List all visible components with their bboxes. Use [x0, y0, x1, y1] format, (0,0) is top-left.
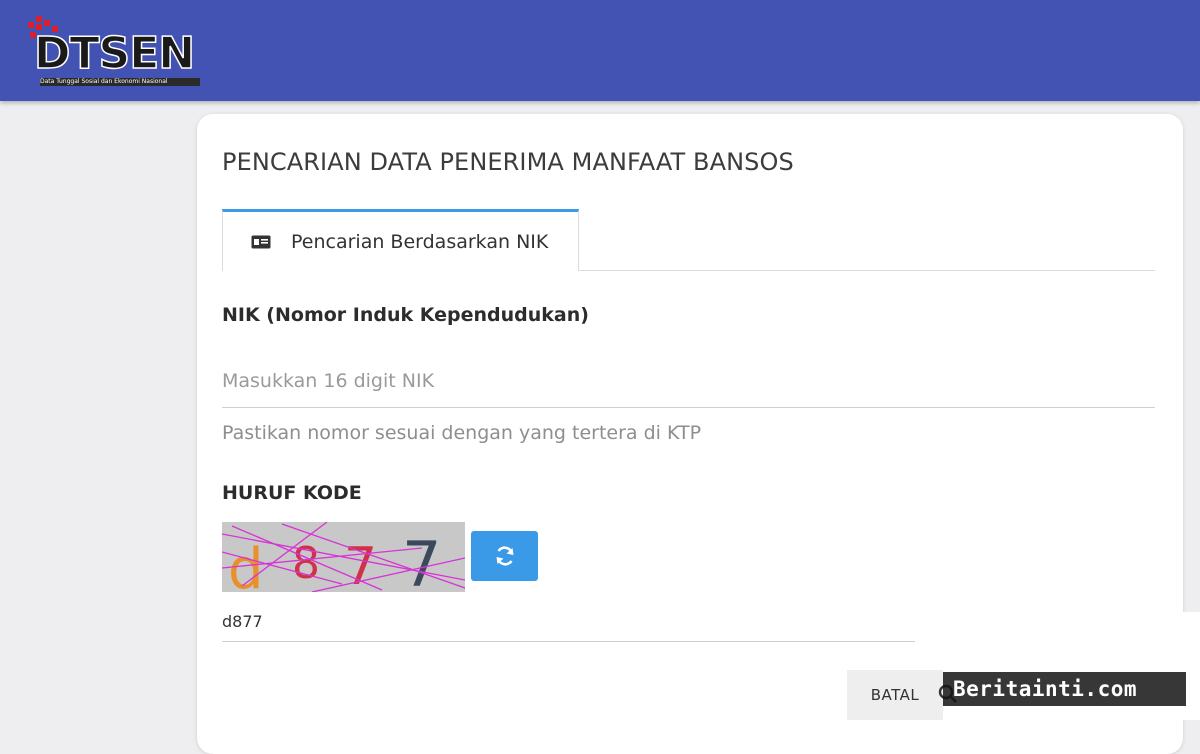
watermark: Beritainti.com: [943, 672, 1186, 706]
refresh-icon: [496, 546, 513, 566]
nik-hint: Pastikan nomor sesuai dengan yang terter…: [222, 422, 702, 444]
tab-label: Pencarian Berdasarkan NIK: [291, 230, 549, 253]
tab-search-by-nik[interactable]: Pencarian Berdasarkan NIK: [222, 209, 579, 271]
cancel-button[interactable]: BATAL: [847, 670, 943, 720]
logo-text: DTSEN: [33, 28, 196, 79]
dtsen-logo[interactable]: DTSEN Data Tunggal Sosial dan Ekonomi Na…: [26, 14, 206, 90]
page-title: PENCARIAN DATA PENERIMA MANFAAT BANSOS: [222, 148, 794, 176]
nik-label: NIK (Nomor Induk Kependudukan): [222, 304, 589, 326]
captcha-input[interactable]: [222, 602, 915, 642]
captcha-char: 7: [402, 528, 441, 592]
captcha-refresh-button[interactable]: [471, 531, 538, 581]
captcha-image: d 8 7 7: [222, 522, 465, 592]
nik-input[interactable]: [222, 354, 1155, 408]
app-header: DTSEN Data Tunggal Sosial dan Ekonomi Na…: [0, 0, 1200, 101]
id-card-icon: [251, 235, 271, 248]
captcha-label: HURUF KODE: [222, 482, 362, 504]
logo-subtitle: Data Tunggal Sosial dan Ekonomi Nasional: [40, 78, 200, 86]
